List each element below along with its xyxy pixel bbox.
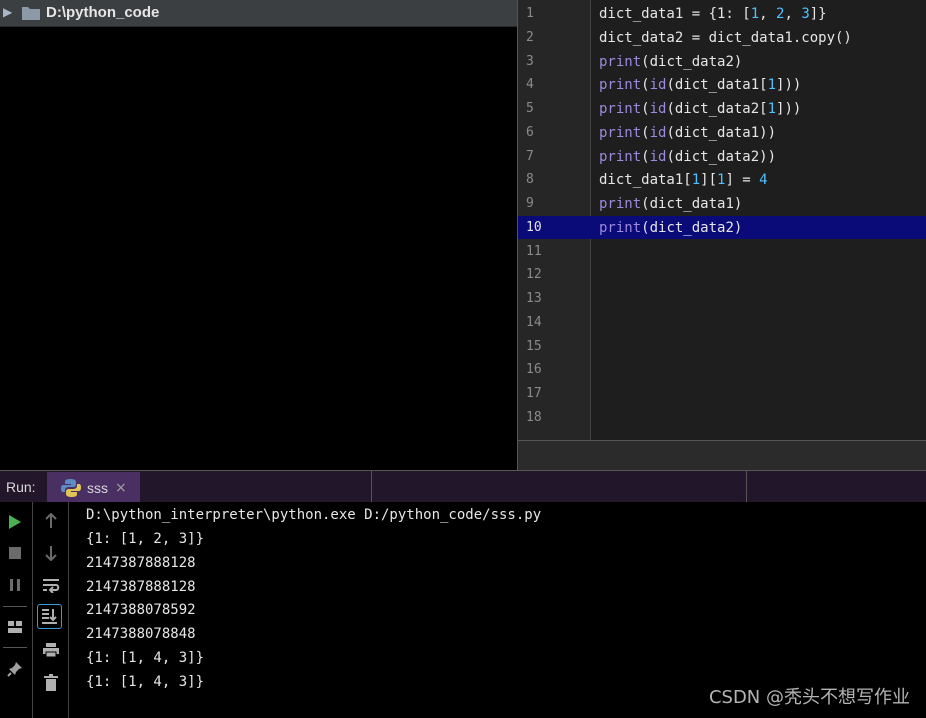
line-number: 6 (526, 125, 534, 140)
console-line: D:\python_interpreter\python.exe D:/pyth… (86, 507, 542, 523)
close-icon[interactable]: × (115, 480, 127, 496)
line-number: 9 (526, 196, 534, 211)
code-line[interactable]: print(id(dict_data1[1])) (599, 73, 801, 97)
line-number: 1 (526, 6, 534, 21)
line-number: 16 (526, 362, 542, 377)
arrow-up-icon[interactable] (41, 511, 61, 531)
run-title: Run: (6, 479, 36, 495)
console-line: 2147387888128 (86, 555, 196, 571)
line-number: 4 (526, 77, 534, 92)
layout-icon[interactable] (5, 617, 25, 637)
console-line: 2147387888128 (86, 579, 196, 595)
console-line: {1: [1, 4, 3]} (86, 650, 205, 666)
pin-icon[interactable] (5, 659, 25, 679)
triangle-right-icon[interactable]: ▶ (3, 5, 12, 19)
editor-scroll-area (518, 440, 926, 471)
scroll-to-end-icon[interactable] (37, 604, 62, 629)
line-number: 18 (526, 410, 542, 425)
line-number: 17 (526, 386, 542, 401)
line-number: 12 (526, 267, 542, 282)
current-line-number: 10 (526, 220, 542, 235)
project-root-label[interactable]: D:\python_code (46, 4, 159, 21)
watermark: CSDN @秃头不想写作业 (708, 687, 910, 708)
line-number: 3 (526, 54, 534, 69)
arrow-down-icon[interactable] (41, 543, 61, 563)
project-panel: ▶ D:\python_code (0, 0, 517, 470)
code-editor[interactable]: 1 2 3 4 5 6 7 8 9 10 11 12 13 14 15 16 1… (517, 0, 926, 471)
code-line[interactable]: print(id(dict_data2[1])) (599, 97, 801, 121)
console-line: {1: [1, 2, 3]} (86, 531, 205, 547)
line-number: 5 (526, 101, 534, 116)
project-tree-root[interactable]: ▶ D:\python_code (0, 0, 517, 27)
print-icon[interactable] (41, 640, 61, 660)
code-line[interactable]: dict_data1 = {1: [1, 2, 3]} (599, 2, 827, 26)
code-line[interactable]: print(id(dict_data1)) (599, 121, 776, 145)
console-line: 2147388078848 (86, 626, 196, 642)
folder-icon (22, 7, 40, 20)
stop-icon[interactable] (5, 543, 25, 563)
run-tool-window: D:\python_interpreter\python.exe D:/pyth… (0, 502, 926, 718)
console-line: 2147388078592 (86, 602, 196, 618)
python-icon (61, 479, 81, 497)
header-divider (371, 471, 372, 503)
code-line[interactable]: print(dict_data2) (599, 50, 742, 74)
code-line[interactable]: print(dict_data1) (599, 192, 742, 216)
line-number-gutter: 1 2 3 4 5 6 7 8 9 10 11 12 13 14 15 16 1… (518, 0, 926, 440)
code-area[interactable]: dict_data1 = {1: [1, 2, 3]} dict_data2 = … (591, 0, 926, 440)
line-number: 7 (526, 149, 534, 164)
tab-label: sss (87, 480, 108, 496)
line-number: 2 (526, 30, 534, 45)
console-line: {1: [1, 4, 3]} (86, 674, 205, 690)
run-tool-window-header: Run: sss × (0, 470, 926, 503)
line-number: 14 (526, 315, 542, 330)
soft-wrap-icon[interactable] (41, 575, 61, 595)
header-divider (746, 471, 747, 503)
run-toolbar-primary (0, 502, 33, 718)
line-number: 11 (526, 244, 542, 259)
line-number: 8 (526, 172, 534, 187)
code-line[interactable]: dict_data1[1][1] = 4 (599, 168, 768, 192)
toolbar-divider (3, 647, 27, 648)
pause-icon[interactable] (5, 575, 25, 595)
line-number: 13 (526, 291, 542, 306)
play-icon[interactable] (5, 512, 25, 532)
toolbar-divider (3, 606, 27, 607)
code-line[interactable]: dict_data2 = dict_data1.copy() (599, 26, 852, 50)
code-line[interactable]: print(id(dict_data2)) (599, 145, 776, 169)
line-number: 15 (526, 339, 542, 354)
trash-icon[interactable] (41, 672, 61, 692)
run-toolbar-secondary (33, 502, 69, 718)
tab-sss[interactable]: sss × (47, 472, 140, 503)
code-line[interactable]: print(dict_data2) (599, 216, 742, 240)
